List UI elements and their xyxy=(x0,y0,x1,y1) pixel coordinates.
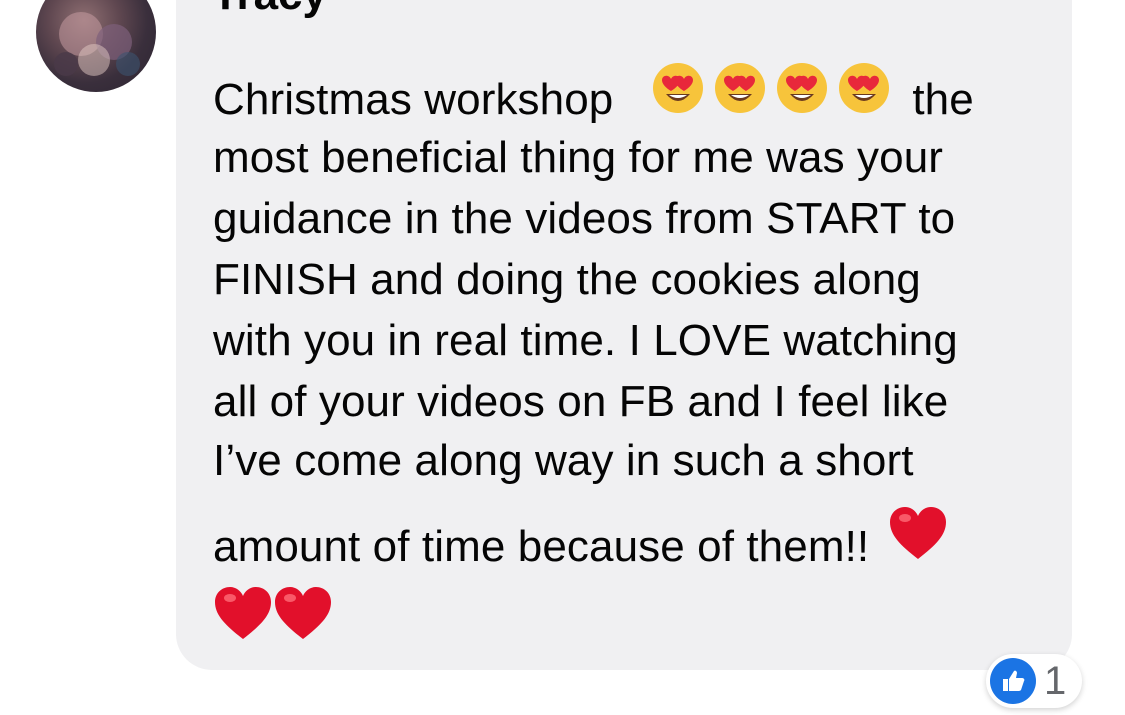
author-avatar[interactable] xyxy=(36,0,156,92)
comment-text: the xyxy=(912,75,974,124)
red-heart-icon xyxy=(273,585,333,641)
comment-line-4: FINISH and doing the cookies along xyxy=(213,255,921,304)
comment-line-9 xyxy=(213,585,333,657)
smiling-face-with-heart-eyes-icon xyxy=(776,62,828,114)
avatar-photo xyxy=(54,12,140,76)
comment-line-1: Christmas workshop the xyxy=(213,62,974,130)
like-icon xyxy=(990,658,1036,704)
smiling-face-with-heart-eyes-icon xyxy=(714,62,766,114)
comment-screen: Tracy Christmas workshop xyxy=(0,0,1125,715)
reaction-badge[interactable]: 1 xyxy=(986,654,1083,708)
comment-text: Christmas workshop xyxy=(213,75,614,124)
comment-text: amount of time because of them!! xyxy=(213,522,870,571)
comment-line-6: all of your videos on FB and I feel like xyxy=(213,377,949,426)
comment-line-3: guidance in the videos from START to xyxy=(213,194,956,243)
comment-line-7: I’ve come along way in such a short xyxy=(213,436,914,485)
reaction-count: 1 xyxy=(1044,658,1067,703)
smiling-face-with-heart-eyes-icon xyxy=(838,62,890,114)
smiling-face-with-heart-eyes-icon xyxy=(652,62,704,114)
red-heart-icon xyxy=(888,505,948,561)
red-heart-icon xyxy=(213,585,273,641)
comment-line-5: with you in real time. I LOVE watching xyxy=(213,316,958,365)
comment-author-name[interactable]: Tracy xyxy=(212,0,327,20)
comment-line-8: amount of time because of them!! xyxy=(213,505,948,577)
comment-line-2: most beneficial thing for me was your xyxy=(213,133,944,182)
